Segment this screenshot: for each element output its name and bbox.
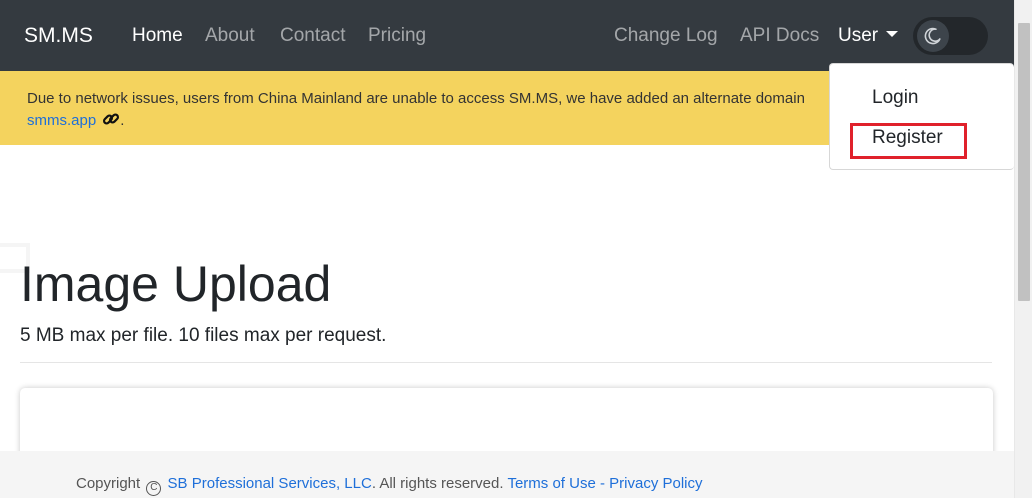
copyright-icon: C (146, 481, 162, 496)
nav-pricing[interactable]: Pricing (368, 24, 426, 48)
caret-down-icon (886, 31, 899, 37)
terms-link[interactable]: Terms of Use (507, 475, 595, 492)
nav-api-docs[interactable]: API Docs (740, 24, 819, 48)
page-scrollbar[interactable] (1014, 0, 1032, 498)
user-dropdown-toggle[interactable]: User (838, 24, 899, 48)
navbar: SM.MS Home About Contact Pricing Change … (0, 0, 1014, 71)
user-dropdown-menu: Login Register (829, 63, 1014, 170)
user-label: User (838, 25, 879, 46)
nav-home[interactable]: Home (132, 24, 183, 48)
moon-icon (924, 27, 941, 45)
page-title: Image Upload (20, 256, 332, 312)
footer-separator: - (595, 475, 610, 492)
footer: Copyright C SB Professional Services, LL… (0, 451, 1014, 498)
nav-contact[interactable]: Contact (280, 24, 345, 48)
copyright-prefix: Copyright (76, 475, 141, 492)
rights-text: . All rights reserved. (371, 475, 504, 492)
login-menu-item[interactable]: Login (872, 86, 919, 110)
brand-logo[interactable]: SM.MS (24, 22, 93, 50)
company-link[interactable]: SB Professional Services, LLC (168, 475, 372, 492)
nav-change-log[interactable]: Change Log (614, 24, 718, 48)
page-subtitle: 5 MB max per file. 10 files max per requ… (20, 325, 387, 346)
alert-suffix: . (120, 112, 125, 129)
nav-about[interactable]: About (205, 24, 255, 48)
alternate-domain-link[interactable]: smms.app (27, 112, 96, 129)
divider (20, 362, 992, 363)
scrollbar-thumb[interactable] (1018, 23, 1030, 301)
register-highlight-box (850, 123, 967, 159)
privacy-link[interactable]: Privacy Policy (609, 475, 702, 492)
theme-toggle[interactable] (913, 17, 988, 55)
link-icon (102, 110, 120, 135)
toggle-knob (917, 20, 949, 52)
